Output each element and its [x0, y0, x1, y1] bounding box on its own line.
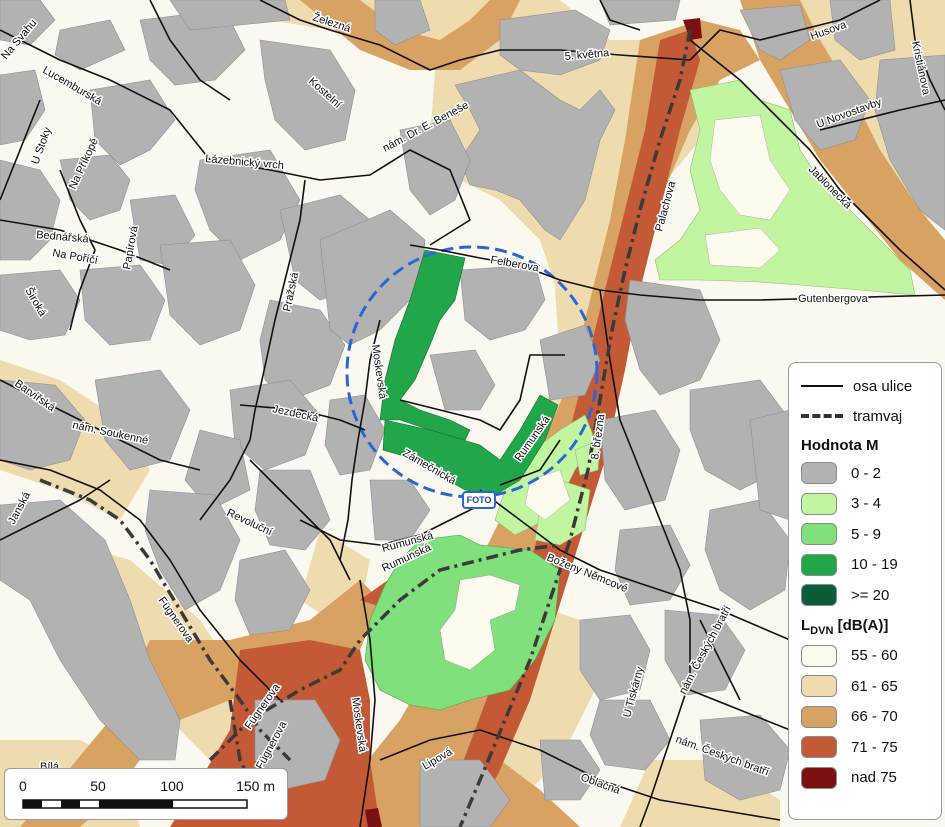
- legend-hodnota-row: 10 - 19: [801, 550, 931, 581]
- legend-row-street-axis: osa ulice: [801, 371, 931, 401]
- map-legend: osa ulice tramvaj Hodnota M 0 - 2 3 - 4 5 …: [788, 362, 942, 820]
- legend-hodnota-row: >= 20: [801, 580, 931, 611]
- legend-hodnota-swatch: [801, 553, 837, 576]
- legend-ldvn-swatch: [801, 675, 837, 698]
- scale-tick-50: 50: [90, 778, 106, 794]
- legend-hodnota-swatch: [801, 462, 837, 485]
- legend-ldvn-row: 71 - 75: [801, 732, 931, 763]
- tram-line-symbol: [801, 410, 843, 422]
- legend-label-tram: tramvaj: [853, 407, 903, 425]
- legend-title-hodnota: Hodnota M: [801, 437, 879, 454]
- legend-hodnota-row: 3 - 4: [801, 489, 931, 520]
- legend-ldvn-row: 55 - 60: [801, 641, 931, 672]
- foto-marker: FOTO: [462, 491, 496, 509]
- legend-ldvn-label: 66 - 70: [851, 708, 898, 726]
- legend-row-tram: tramvaj: [801, 401, 931, 431]
- scale-bar-graphic: 0 50 100 150 m: [19, 778, 275, 809]
- legend-hodnota-swatch: [801, 492, 837, 515]
- ldvn-title-main: L: [801, 616, 811, 634]
- legend-hodnota-label: 10 - 19: [851, 556, 898, 574]
- ldvn-title-unit: [dB(A)]: [833, 616, 889, 634]
- legend-hodnota-label: >= 20: [851, 586, 890, 604]
- legend-hodnota-swatch: [801, 584, 837, 607]
- legend-title-ldvn: LDVN [dB(A)]: [801, 617, 931, 637]
- legend-hodnota-list: 0 - 2 3 - 4 5 - 9 10 - 19 >= 20: [801, 458, 931, 611]
- legend-hodnota-label: 3 - 4: [851, 495, 882, 513]
- legend-ldvn-row: 66 - 70: [801, 702, 931, 733]
- legend-label-street-axis: osa ulice: [853, 377, 913, 395]
- scale-tick-100: 100: [160, 778, 184, 794]
- legend-ldvn-row: nad 75: [801, 763, 931, 794]
- legend-hodnota-label: 5 - 9: [851, 525, 882, 543]
- legend-ldvn-label: 55 - 60: [851, 647, 898, 665]
- legend-ldvn-row: 61 - 65: [801, 671, 931, 702]
- scale-segment: [23, 800, 42, 808]
- legend-ldvn-label: 71 - 75: [851, 738, 898, 756]
- legend-hodnota-row: 0 - 2: [801, 458, 931, 489]
- scale-tick-0: 0: [19, 778, 27, 794]
- legend-ldvn-swatch: [801, 736, 837, 759]
- legend-ldvn-swatch: [801, 705, 837, 728]
- scale-segment: [99, 800, 173, 808]
- legend-hodnota-row: 5 - 9: [801, 519, 931, 550]
- label-gutenbergova: Gutenbergova: [798, 293, 869, 305]
- legend-ldvn-label: 61 - 65: [851, 677, 898, 695]
- legend-hodnota-label: 0 - 2: [851, 464, 882, 482]
- legend-ldvn-list: 55 - 60 61 - 65 66 - 70 71 - 75 nad 75: [801, 641, 931, 794]
- scale-tick-150: 150 m: [236, 778, 275, 794]
- ldvn-title-sub: DVN: [810, 624, 834, 637]
- scale-bar: 0 50 100 150 m: [4, 768, 288, 820]
- legend-ldvn-swatch: [801, 644, 837, 667]
- legend-hodnota-swatch: [801, 523, 837, 546]
- street-axis-symbol: [801, 380, 843, 392]
- legend-ldvn-label: nad 75: [851, 769, 897, 787]
- scale-segment: [61, 800, 80, 808]
- legend-ldvn-swatch: [801, 766, 837, 789]
